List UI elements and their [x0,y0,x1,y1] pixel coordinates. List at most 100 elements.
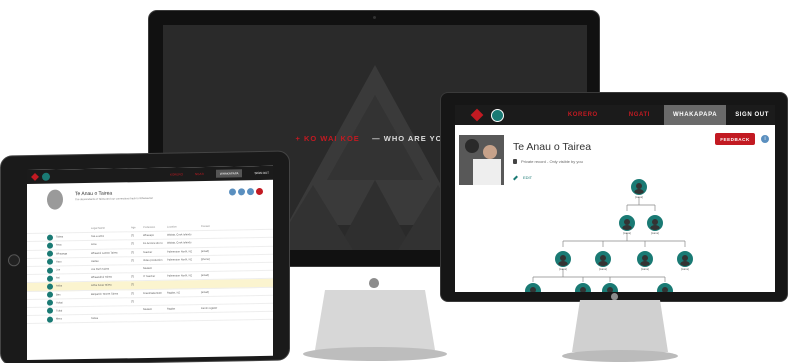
column-header: Age [131,226,136,230]
member-cell: Whaanga [27,250,91,257]
ipad-profile-header: Te Anau o Tairea The descendants of Tair… [27,180,273,226]
member-cell: Ariba [27,283,91,290]
imac-stand [303,290,447,361]
cell-legal: Tairea [91,316,99,321]
member-name: Whaanga [56,252,68,256]
cell-contact [201,234,241,235]
member-avatar [47,258,53,266]
member-name: Joe [56,268,61,272]
cell-age: [?] [131,283,134,287]
cell-contact: [email] [201,274,209,278]
cell-location [167,268,201,269]
cell-age: [?] [131,275,134,279]
profile-title: Te Anau o Tairea [75,190,113,198]
tree-node[interactable] [602,283,618,292]
cell-age: [?] [131,234,134,238]
cell-profession: IT Teacher [143,275,156,279]
tree-node[interactable] [525,283,541,292]
profile-avatar [47,189,63,210]
tree-node[interactable] [657,283,673,292]
settings-icon[interactable] [247,188,254,196]
member-avatar [47,250,53,257]
member-cell: Ani [27,275,91,282]
cell-contact [201,267,241,268]
cell-age: [?] [131,299,134,304]
cell-age: [?] [131,250,134,254]
member-avatar [47,267,53,274]
cell-location: Waiata, Cook Islands [167,233,192,237]
tree-node-label: [name] [641,268,649,271]
monitor-device: KORERO NGATI WHAKAPAPA SIGN OUT Te Anau … [440,92,788,302]
close-icon[interactable] [256,187,263,196]
cell-contact: [email] [201,249,209,253]
member-avatar [47,283,53,290]
cell-profession: Ko Arorere atu tu [143,242,163,246]
member-avatar [47,299,53,306]
nav-korero[interactable]: KORERO [170,172,183,176]
members-table: Legal Name Age Profession Location Conta… [27,221,273,325]
cell-legal: Whaanui Lamas Tairea [91,251,118,255]
member-avatar [47,316,53,323]
tree-node[interactable] [575,283,591,292]
cell-location [167,317,201,318]
profile-action-icons [229,187,263,196]
member-name: Haro [56,260,62,264]
cell-profession: Grantmakertuter [143,291,162,295]
tree-node[interactable] [595,251,611,267]
brand-logo-icon[interactable] [31,172,39,181]
column-header: Legal Name [91,226,105,231]
tree-node[interactable] [619,215,635,231]
cell-contact [201,242,241,243]
cell-legal: Whaanahui Tairea [91,275,112,280]
column-header: Contact [201,224,210,229]
cell-legal [91,310,131,311]
member-cell: Ben [27,291,91,298]
tree-node-label: [name] [681,268,689,271]
profile-subtitle: The descendants of Tairea and our connec… [75,196,153,202]
cell-legal: Aroa [91,243,97,247]
member-name: Ben [56,293,61,297]
tree-node[interactable] [637,251,653,267]
nav-whakapapa[interactable]: WHAKAPAPA [215,169,243,178]
member-name: Hokai [56,301,63,305]
member-avatar [47,308,53,315]
cell-contact: [phone] [201,257,210,261]
ipad-nav-links: KORERO NGATI WHAKAPAPA SIGN OUT [170,169,269,179]
member-name: Ani [56,276,60,280]
monitor-screen: KORERO NGATI WHAKAPAPA SIGN OUT Te Anau … [455,105,775,292]
cell-location: Palmerston North, NZ [167,249,193,254]
member-name: Aroa [56,243,62,248]
user-avatar[interactable] [42,172,50,181]
monitor-stand [562,300,678,362]
column-header: Location [167,225,177,229]
tree-icon[interactable] [238,188,245,196]
cell-legal: Ariba Kaua Tairea [91,283,112,288]
member-cell: Aroa [27,242,91,249]
nav-sign-out[interactable]: SIGN OUT [254,171,269,175]
cell-location: Raglan, NZ [167,290,181,295]
cell-age: [?] [131,259,134,263]
member-name: Mera [56,317,62,321]
cell-location: Raglan [167,307,176,311]
family-tree-lines [532,197,686,282]
ipad-screen: KORERO NGATI WHAKAPAPA SIGN OUT Te Anau … [27,165,273,361]
cell-location [167,284,201,285]
tree-node[interactable] [647,215,663,231]
tree-node[interactable] [677,251,693,267]
ipad-device: KORERO NGATI WHAKAPAPA SIGN OUT Te Anau … [0,150,290,363]
camera-dot [373,16,376,19]
cell-contact: Kerrin register [201,306,218,310]
tree-node[interactable] [631,179,647,195]
cell-legal [91,302,131,303]
home-button [8,254,20,267]
tree-node-label: [name] [651,232,659,235]
cell-profession: Teacher [143,250,153,254]
tree-node[interactable] [555,251,571,267]
member-avatar [47,234,53,241]
nav-ngati[interactable]: NGATI [195,172,204,176]
member-name: Tukai [56,309,63,313]
cell-location: Waiata, Cook Islands [167,241,192,246]
tree-node-label: [name] [599,268,607,271]
view-icon[interactable] [229,188,236,196]
member-cell: Hokai [27,299,91,306]
